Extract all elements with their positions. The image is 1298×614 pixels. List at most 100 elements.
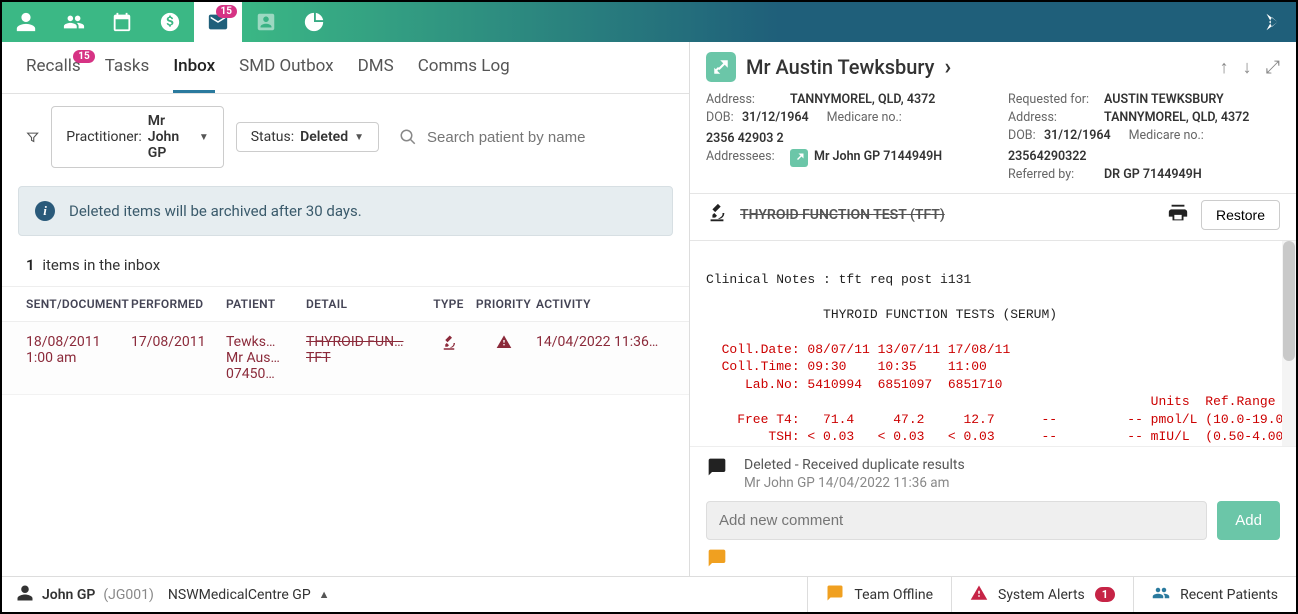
comment-text: Deleted - Received duplicate results [744, 457, 965, 473]
inbox-badge: 15 [216, 5, 237, 18]
detail-pane: Mr Austin Tewksbury › ↑ ↓ ⤢ Address: TANN… [690, 42, 1296, 576]
footer-recent[interactable]: Recent Patients [1133, 577, 1296, 612]
tab-tasks[interactable]: Tasks [105, 56, 150, 93]
footer-recent-label: Recent Patients [1180, 587, 1278, 603]
nav-brand-icon[interactable] [1248, 2, 1296, 42]
chevron-up-icon: ▲ [319, 588, 330, 601]
chevron-down-icon: ▼ [199, 132, 209, 143]
tab-smd-outbox[interactable]: SMD Outbox [239, 56, 333, 93]
chevron-right-icon[interactable]: › [944, 55, 951, 80]
microscope-icon [706, 202, 728, 228]
practitioner-filter[interactable]: Practitioner: Mr John GP ▼ [51, 106, 223, 168]
alert-icon [496, 334, 512, 350]
th-priority[interactable]: PRIORITY [471, 297, 536, 311]
report-line: THYROID FUNCTION TESTS (SERUM) [706, 307, 1057, 322]
addressee-link-icon[interactable] [790, 149, 808, 167]
activity-text: 14/04/2022 11:36… [536, 334, 665, 382]
th-detail[interactable]: DETAIL [306, 297, 426, 311]
lbl: DOB: [706, 110, 736, 125]
val: Mr John GP 7144949H [814, 149, 942, 167]
val: 23564290322 [1008, 149, 1087, 164]
tab-label: Tasks [105, 56, 150, 76]
lbl: Address: [1008, 110, 1098, 125]
expand-icon[interactable]: ⤢ [1266, 57, 1280, 78]
patient-line: 07450… [226, 366, 306, 382]
filter-label: Practitioner: [66, 129, 142, 145]
report-line: Coll.Date: 08/07/11 13/07/11 17/08/11 [706, 342, 1010, 357]
top-bar: 15 [2, 2, 1296, 42]
patient-link-icon[interactable] [706, 52, 736, 82]
scrollbar-track[interactable] [1282, 241, 1296, 446]
footer-alerts[interactable]: System Alerts 1 [951, 577, 1133, 612]
tabs-row: Recalls 15 Tasks Inbox SMD Outbox DMS Co… [2, 42, 689, 94]
nav-patients-icon[interactable] [50, 2, 98, 42]
patient-line: Tewks… [226, 334, 306, 350]
footer-team[interactable]: Team Offline [807, 577, 951, 612]
th-performed[interactable]: PERFORMED [131, 297, 226, 311]
report-body: Clinical Notes : tft req post i131 THYRO… [690, 241, 1296, 446]
tab-recalls[interactable]: Recalls 15 [26, 56, 81, 93]
search-input[interactable] [425, 128, 665, 147]
next-arrow-icon[interactable]: ↓ [1243, 57, 1252, 78]
status-filter[interactable]: Status: Deleted ▼ [236, 122, 379, 152]
th-patient[interactable]: PATIENT [226, 297, 306, 311]
alert-icon [970, 584, 988, 606]
footer-team-label: Team Offline [854, 587, 933, 603]
report-line: Coll.Time: 09:30 10:35 11:00 [706, 359, 987, 374]
restore-button[interactable]: Restore [1201, 200, 1280, 230]
tab-dms[interactable]: DMS [358, 56, 394, 93]
nav-calendar-icon[interactable] [98, 2, 146, 42]
lbl: Medicare no.: [827, 110, 902, 125]
comment-row: Deleted - Received duplicate results Mr … [706, 457, 1280, 491]
nav-billing-icon[interactable] [146, 2, 194, 42]
footer: John GP (JG001) NSWMedicalCentre GP ▲ Te… [2, 576, 1296, 612]
filter-label: Status: [251, 129, 294, 145]
print-icon[interactable] [1167, 202, 1189, 228]
count-number: 1 [26, 256, 35, 274]
priority-icon-cell [471, 334, 536, 382]
table-row[interactable]: 18/08/2011 1:00 am 17/08/2011 Tewks… Mr … [2, 322, 689, 395]
nav-user-icon[interactable] [2, 2, 50, 42]
tab-label: Inbox [173, 56, 215, 76]
chat-icon [826, 584, 844, 606]
val: AUSTIN TEWKSBURY [1104, 92, 1224, 107]
nav-contacts-icon[interactable] [242, 2, 290, 42]
nav-reports-icon[interactable] [290, 2, 338, 42]
user-icon [16, 584, 34, 606]
th-activity[interactable]: ACTIVITY [536, 297, 665, 311]
tab-label: DMS [358, 56, 394, 76]
patient-meta-right: Requested for:AUSTIN TEWKSBURY Address:T… [1008, 92, 1280, 185]
tab-comms-log[interactable]: Comms Log [418, 56, 510, 93]
detail-header: Mr Austin Tewksbury › ↑ ↓ ⤢ Address: TANN… [690, 42, 1296, 193]
report-line: Lab.No: 5410994 6851097 6851710 [706, 377, 1002, 392]
filter-icon[interactable] [26, 129, 39, 145]
search-wrap [399, 128, 665, 147]
info-banner-text: Deleted items will be archived after 30 … [69, 202, 362, 220]
chevron-down-icon: ▼ [354, 132, 364, 143]
th-sent[interactable]: SENT/DOCUMENT [26, 297, 131, 311]
comments-section: Deleted - Received duplicate results Mr … [690, 446, 1296, 576]
scrollbar-thumb[interactable] [1283, 241, 1295, 361]
pending-comment-icon[interactable] [706, 548, 1280, 572]
add-comment-button[interactable]: Add [1217, 501, 1280, 540]
val: 31/12/1964 [742, 110, 809, 125]
new-comment-input[interactable] [706, 501, 1207, 540]
search-icon [399, 128, 417, 146]
inbox-table: SENT/DOCUMENT PERFORMED PATIENT DETAIL T… [2, 286, 689, 395]
th-type[interactable]: TYPE [426, 297, 471, 311]
footer-alerts-label: System Alerts [998, 587, 1085, 603]
report-line: Clinical Notes : tft req post i131 [706, 272, 971, 287]
footer-user[interactable]: John GP (JG001) NSWMedicalCentre GP ▲ [2, 584, 344, 606]
document-title: THYROID FUNCTION TEST (TFT) [740, 207, 945, 223]
prev-arrow-icon[interactable]: ↑ [1220, 57, 1229, 78]
lbl: Addressees: [706, 149, 784, 167]
val: 31/12/1964 [1044, 128, 1111, 143]
lbl: Medicare no.: [1129, 128, 1204, 143]
nav-inbox-icon[interactable]: 15 [194, 2, 242, 42]
tab-inbox[interactable]: Inbox [173, 56, 215, 93]
lbl: Requested for: [1008, 92, 1098, 107]
lbl: Referred by: [1008, 167, 1098, 182]
comment-meta: Mr John GP 14/04/2022 11:36 am [744, 475, 965, 491]
patient-title: Mr Austin Tewksbury [746, 55, 934, 79]
val: TANNYMOREL, QLD, 4372 [790, 92, 935, 107]
